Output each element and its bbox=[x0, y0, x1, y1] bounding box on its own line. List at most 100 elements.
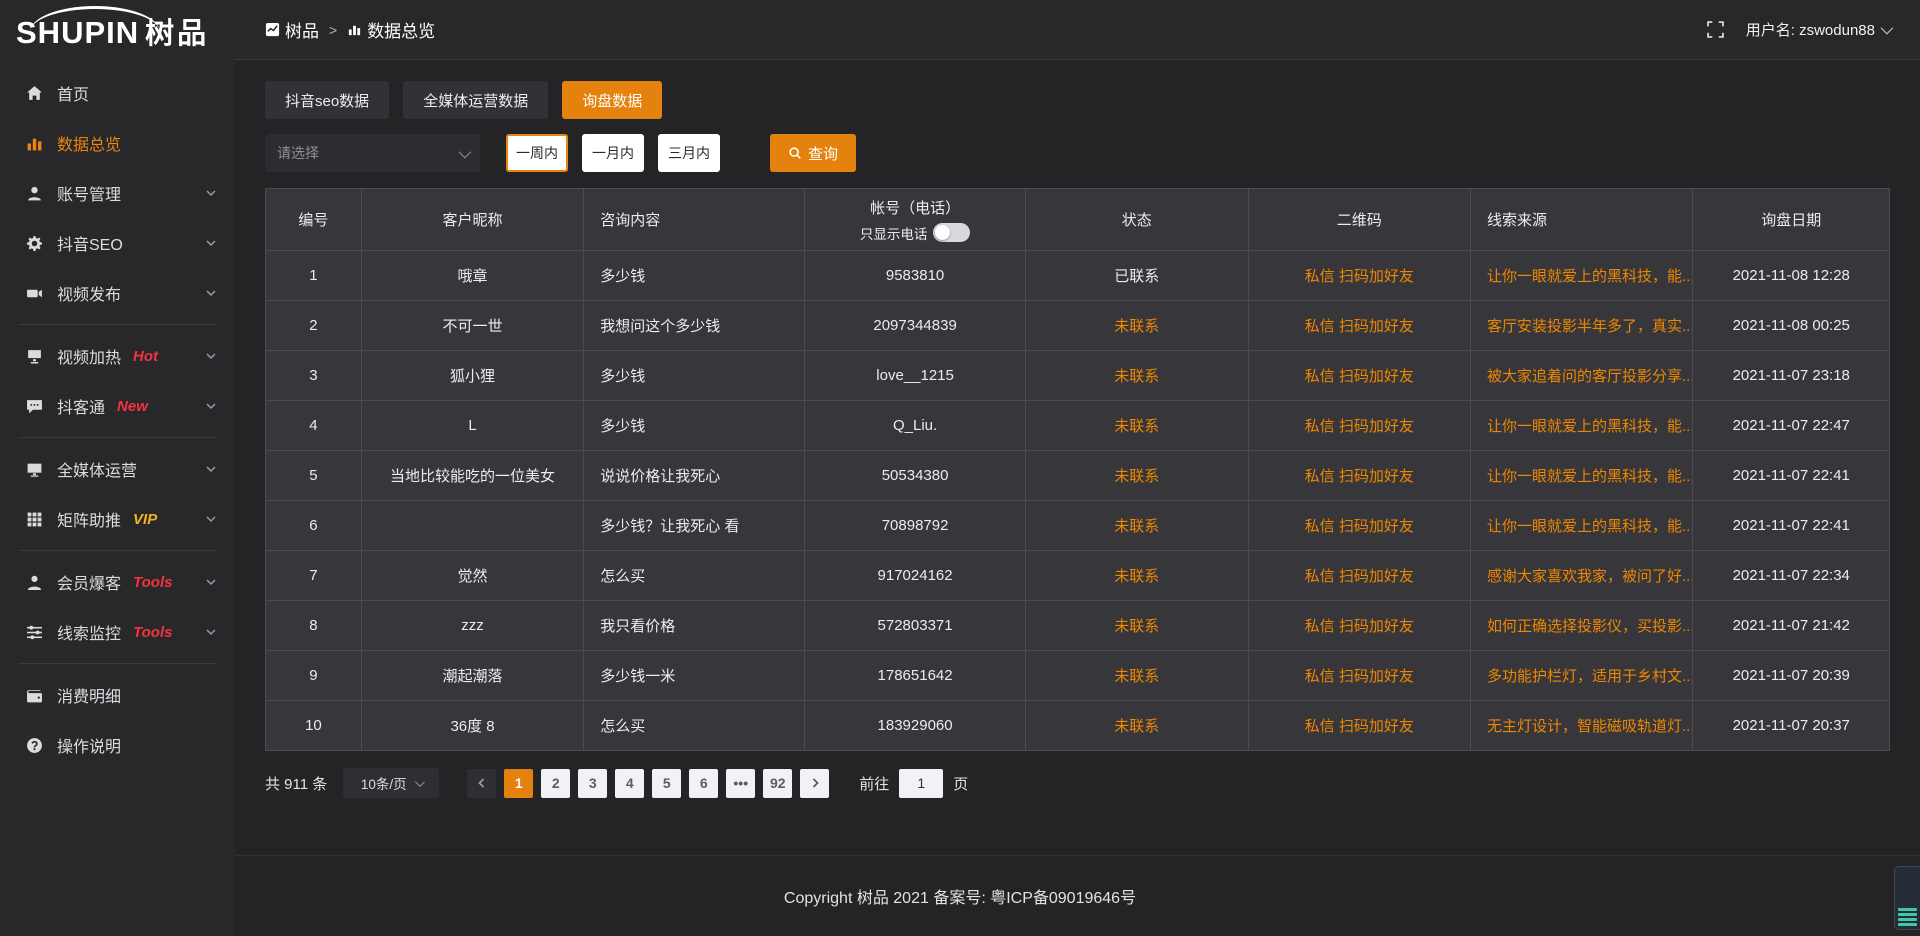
filter-bar: 请选择 一周内一月内三月内 查询 bbox=[265, 134, 1890, 172]
tab-1[interactable]: 抖音seo数据 bbox=[265, 81, 389, 119]
cell-nickname: 潮起潮落 bbox=[361, 651, 583, 701]
qrcode-link[interactable]: 私信 扫码加好友 bbox=[1305, 718, 1414, 735]
breadcrumb-current-label: 数据总览 bbox=[367, 17, 435, 42]
app-logo[interactable]: SHUPIN树品 bbox=[0, 0, 235, 58]
sidebar-item-2[interactable]: 数据总览 bbox=[0, 118, 235, 168]
page-size-select[interactable]: 10条/页 bbox=[343, 768, 439, 798]
goto-label: 前往 bbox=[859, 773, 889, 794]
table-body: 1 哦章 多少钱 9583810 已联系 私信 扫码加好友 让你一眼就爱上的黑科… bbox=[266, 251, 1890, 751]
filter-select[interactable]: 请选择 bbox=[265, 134, 480, 172]
sidebar-item-7[interactable]: 视频加热 Hot bbox=[0, 331, 235, 381]
sidebar-item-13[interactable]: 会员爆客 Tools bbox=[0, 557, 235, 607]
cell-status: 未联系 bbox=[1026, 551, 1248, 601]
sidebar-item-5[interactable]: 视频发布 bbox=[0, 268, 235, 318]
breadcrumb-home[interactable]: 树品 bbox=[265, 17, 319, 42]
page-button-2[interactable]: 2 bbox=[541, 769, 570, 798]
sidebar-item-label: 账号管理 bbox=[57, 181, 121, 205]
source-link[interactable]: 让你一眼就爱上的黑科技，能... bbox=[1487, 518, 1693, 535]
sidebar-item-17[interactable]: 操作说明 bbox=[0, 720, 235, 770]
source-link[interactable]: 如何正确选择投影仪，买投影... bbox=[1487, 618, 1693, 635]
cell-source: 让你一眼就爱上的黑科技，能... bbox=[1470, 501, 1692, 551]
source-link[interactable]: 多功能护栏灯，适用于乡村文... bbox=[1487, 668, 1693, 685]
user-menu[interactable]: 用户名: zswodun88 bbox=[1746, 19, 1890, 40]
cell-content: 多少钱 bbox=[584, 401, 805, 451]
cell-source: 让你一眼就爱上的黑科技，能... bbox=[1470, 251, 1692, 301]
cell-date: 2021-11-07 22:41 bbox=[1693, 451, 1890, 501]
page-button-5[interactable]: 5 bbox=[652, 769, 681, 798]
cell-nickname: 当地比较能吃的一位美女 bbox=[361, 451, 583, 501]
qrcode-link[interactable]: 私信 扫码加好友 bbox=[1305, 518, 1414, 535]
footer: Copyright 树品 2021 备案号: 粤ICP备09019646号 bbox=[0, 855, 1920, 936]
cell-nickname: zzz bbox=[361, 601, 583, 651]
sidebar-item-3[interactable]: 账号管理 bbox=[0, 168, 235, 218]
prev-page-button[interactable] bbox=[467, 769, 496, 798]
page-button-6[interactable]: 6 bbox=[689, 769, 718, 798]
cell-id: 8 bbox=[266, 601, 362, 651]
sidebar-item-14[interactable]: 线索监控 Tools bbox=[0, 607, 235, 657]
source-link[interactable]: 被大家追着问的客厅投影分享... bbox=[1487, 368, 1693, 385]
tab-3[interactable]: 询盘数据 bbox=[562, 81, 662, 119]
source-link[interactable]: 让你一眼就爱上的黑科技，能... bbox=[1487, 468, 1693, 485]
next-page-button[interactable] bbox=[800, 769, 829, 798]
floating-widget[interactable] bbox=[1894, 866, 1920, 930]
source-link[interactable]: 客厅安装投影半年多了，真实... bbox=[1487, 318, 1693, 335]
cell-qrcode: 私信 扫码加好友 bbox=[1248, 601, 1470, 651]
sidebar-item-4[interactable]: 抖音SEO bbox=[0, 218, 235, 268]
sidebar-item-16[interactable]: 消费明细 bbox=[0, 670, 235, 720]
chevron-down-icon bbox=[205, 576, 217, 588]
status-badge: 未联系 bbox=[1114, 618, 1159, 635]
source-link[interactable]: 感谢大家喜欢我家，被问了好... bbox=[1487, 568, 1693, 585]
col-qrcode: 二维码 bbox=[1248, 189, 1470, 251]
cell-content: 多少钱一米 bbox=[584, 651, 805, 701]
breadcrumb: 树品 > 数据总览 bbox=[265, 17, 435, 42]
period-button-1[interactable]: 一周内 bbox=[506, 134, 568, 172]
cell-account: 917024162 bbox=[805, 551, 1026, 601]
qrcode-link[interactable]: 私信 扫码加好友 bbox=[1305, 618, 1414, 635]
page-button-1[interactable]: 1 bbox=[504, 769, 533, 798]
page-button-4[interactable]: 4 bbox=[615, 769, 644, 798]
phone-only-toggle[interactable] bbox=[933, 223, 970, 242]
status-badge: 未联系 bbox=[1114, 718, 1159, 735]
sidebar-item-11[interactable]: 矩阵助推 VIP bbox=[0, 494, 235, 544]
status-badge: 未联系 bbox=[1114, 518, 1159, 535]
cell-date: 2021-11-07 22:47 bbox=[1693, 401, 1890, 451]
qrcode-link[interactable]: 私信 扫码加好友 bbox=[1305, 318, 1414, 335]
cell-content: 怎么买 bbox=[584, 551, 805, 601]
qrcode-link[interactable]: 私信 扫码加好友 bbox=[1305, 468, 1414, 485]
chevron-down-icon bbox=[415, 777, 425, 787]
cell-account: love__1215 bbox=[805, 351, 1026, 401]
pagination-more-button[interactable]: ••• bbox=[726, 769, 755, 798]
source-link[interactable]: 让你一眼就爱上的黑科技，能... bbox=[1487, 268, 1693, 285]
breadcrumb-current[interactable]: 数据总览 bbox=[347, 17, 435, 42]
qrcode-link[interactable]: 私信 扫码加好友 bbox=[1305, 418, 1414, 435]
fullscreen-icon[interactable] bbox=[1707, 21, 1724, 38]
tab-2[interactable]: 全媒体运营数据 bbox=[403, 81, 548, 119]
cell-status: 未联系 bbox=[1026, 651, 1248, 701]
qrcode-link[interactable]: 私信 扫码加好友 bbox=[1305, 268, 1414, 285]
qrcode-link[interactable]: 私信 扫码加好友 bbox=[1305, 368, 1414, 385]
page-button-92[interactable]: 92 bbox=[763, 769, 792, 798]
col-date: 询盘日期 bbox=[1693, 189, 1890, 251]
sidebar-item-10[interactable]: 全媒体运营 bbox=[0, 444, 235, 494]
source-link[interactable]: 让你一眼就爱上的黑科技，能... bbox=[1487, 418, 1693, 435]
period-button-2[interactable]: 一月内 bbox=[582, 134, 644, 172]
sidebar-item-1[interactable]: 首页 bbox=[0, 68, 235, 118]
page-button-3[interactable]: 3 bbox=[578, 769, 607, 798]
cell-date: 2021-11-08 12:28 bbox=[1693, 251, 1890, 301]
sidebar-item-8[interactable]: 抖客通 New bbox=[0, 381, 235, 431]
sidebar-item-label: 线索监控 bbox=[57, 620, 121, 644]
period-button-3[interactable]: 三月内 bbox=[658, 134, 720, 172]
qrcode-link[interactable]: 私信 扫码加好友 bbox=[1305, 568, 1414, 585]
cell-date: 2021-11-08 00:25 bbox=[1693, 301, 1890, 351]
query-button[interactable]: 查询 bbox=[770, 134, 856, 172]
qrcode-link[interactable]: 私信 扫码加好友 bbox=[1305, 668, 1414, 685]
sidebar-menu: 首页 数据总览 账号管理 抖音SEO 视频发布 视频加热 Hot bbox=[0, 58, 235, 770]
cell-source: 客厅安装投影半年多了，真实... bbox=[1470, 301, 1692, 351]
cell-source: 如何正确选择投影仪，买投影... bbox=[1470, 601, 1692, 651]
cell-account: 572803371 bbox=[805, 601, 1026, 651]
goto-page-input[interactable] bbox=[899, 769, 943, 798]
source-link[interactable]: 无主灯设计，智能磁吸轨道灯... bbox=[1487, 718, 1693, 735]
cell-qrcode: 私信 扫码加好友 bbox=[1248, 501, 1470, 551]
table-row: 7 觉然 怎么买 917024162 未联系 私信 扫码加好友 感谢大家喜欢我家… bbox=[266, 551, 1890, 601]
cell-source: 让你一眼就爱上的黑科技，能... bbox=[1470, 451, 1692, 501]
